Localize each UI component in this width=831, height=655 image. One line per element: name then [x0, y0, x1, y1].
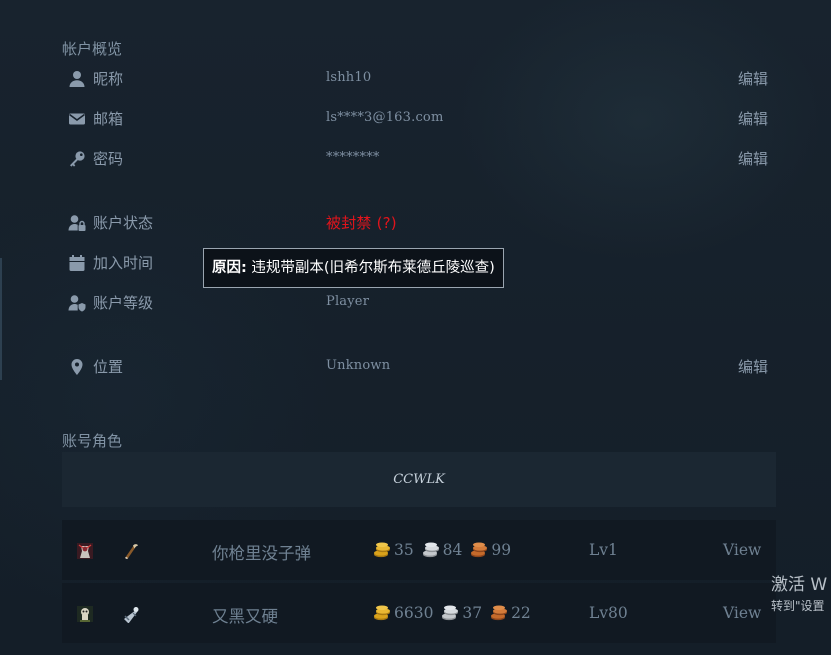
tooltip-prefix: 原因: [212, 260, 247, 276]
location-value: Unknown [326, 358, 391, 373]
copper-coin-icon [489, 604, 508, 621]
character-level: Lv80 [589, 604, 628, 622]
edit-email-button[interactable]: 编辑 [738, 108, 768, 129]
silver-amount: 84 [442, 541, 463, 559]
activation-watermark-line2: 转到"设置 [771, 599, 825, 613]
character-name: 你枪里没子弹 [212, 544, 311, 563]
calendar-icon [68, 254, 86, 272]
tooltip-text: 违规带副本(旧希尔斯布莱德丘陵巡查) [246, 260, 495, 276]
characters-title: 账号角色 [62, 432, 123, 450]
email-label: 邮箱 [93, 110, 124, 128]
user-icon [68, 70, 86, 88]
password-label: 密码 [93, 150, 124, 168]
silver-amount: 37 [462, 604, 483, 622]
account-overview-title: 帐户概览 [62, 40, 123, 58]
character-row: 你枪里没子弹 35 84 99 Lv1 View [62, 520, 776, 580]
email-row: 邮箱 ls****3@163.com 编辑 [62, 107, 776, 131]
ban-reason-help-link[interactable]: (?) [377, 214, 397, 232]
class-icon [122, 605, 140, 624]
account-level-value: Player [326, 294, 370, 309]
character-money: 35 84 99 [372, 541, 513, 559]
banned-status-text: 被封禁 [326, 214, 372, 232]
activation-watermark-line1: 激活 W [771, 575, 828, 595]
copper-amount: 22 [511, 604, 531, 622]
nickname-row: 昵称 lshh10 编辑 [62, 67, 776, 91]
password-row: 密码 ******** 编辑 [62, 147, 776, 171]
race-icon [76, 605, 94, 623]
class-icon [122, 542, 140, 560]
realm-name: CCWLK [62, 452, 776, 507]
race-icon [76, 542, 94, 560]
edit-password-button[interactable]: 编辑 [738, 148, 768, 169]
account-status-row: 账户状态 被封禁 (?) [62, 211, 776, 235]
view-character-button[interactable]: View [723, 541, 761, 559]
nickname-value: lshh10 [326, 70, 372, 85]
edit-location-button[interactable]: 编辑 [738, 356, 768, 377]
password-value: ******** [326, 150, 380, 165]
character-name: 又黑又硬 [212, 607, 278, 626]
scroll-edge [0, 258, 2, 380]
character-row: 又黑又硬 6630 37 22 Lv80 View [62, 583, 776, 643]
view-character-button[interactable]: View [723, 604, 761, 622]
key-icon [68, 150, 86, 168]
copper-coin-icon [469, 541, 488, 558]
account-status-label: 账户状态 [93, 214, 154, 232]
location-row: 位置 Unknown 编辑 [62, 355, 776, 379]
copper-amount: 99 [491, 541, 512, 559]
gold-coin-icon [372, 541, 391, 558]
user-lock-icon [68, 214, 86, 232]
envelope-icon [68, 110, 86, 128]
email-value: ls****3@163.com [326, 110, 444, 125]
account-level-label: 账户等级 [93, 294, 154, 312]
join-date-label: 加入时间 [93, 254, 154, 272]
location-label: 位置 [93, 358, 124, 376]
edit-nickname-button[interactable]: 编辑 [738, 68, 768, 89]
ban-reason-tooltip: 原因: 违规带副本(旧希尔斯布莱德丘陵巡查) [203, 248, 504, 288]
gold-coin-icon [372, 604, 391, 621]
silver-coin-icon [440, 604, 459, 621]
account-level-row: 账户等级 Player [62, 291, 776, 315]
character-level: Lv1 [589, 541, 618, 559]
gold-amount: 6630 [394, 604, 434, 622]
user-shield-icon [68, 294, 86, 312]
character-money: 6630 37 22 [372, 604, 533, 622]
map-pin-icon [68, 358, 86, 376]
silver-coin-icon [421, 541, 440, 558]
nickname-label: 昵称 [93, 70, 124, 88]
gold-amount: 35 [394, 541, 414, 559]
activation-watermark: 激活 W 转到"设置 [771, 574, 831, 616]
account-status-value: 被封禁 (?) [326, 212, 397, 233]
